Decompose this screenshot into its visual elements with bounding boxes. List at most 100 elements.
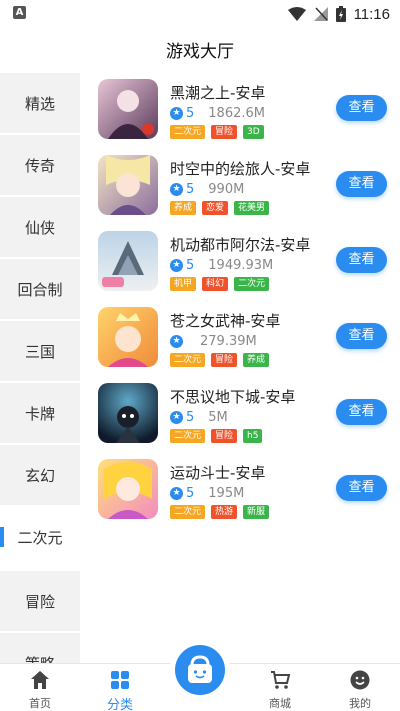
tag: 冒险 [211, 125, 238, 139]
nav-home[interactable]: 首页 [0, 664, 80, 711]
page-title: 游戏大厅 [166, 42, 234, 62]
center-shop-button[interactable] [175, 645, 225, 695]
game-icon [98, 383, 158, 443]
tag: 机甲 [170, 277, 197, 291]
sidebar-item-label: 传奇 [24, 156, 55, 175]
wifi-icon [287, 7, 306, 21]
game-icon [98, 231, 158, 291]
no-signal-icon [313, 7, 328, 21]
sidebar-item-xianxia[interactable]: 仙侠 [0, 197, 80, 257]
sidebar-item-label: 策略 [25, 653, 55, 664]
game-icon [98, 79, 158, 139]
sidebar-item-label: 玄幻 [24, 466, 55, 485]
file-size: 5M [208, 410, 228, 425]
game-icon [98, 459, 158, 519]
sidebar-item-strategy[interactable]: 策略 [0, 633, 80, 663]
view-button[interactable]: 查看 [336, 475, 387, 501]
smiley-icon [350, 670, 370, 690]
list-item[interactable]: 苍之女武神-安卓 ★ 279.39M 二次元 冒险 养成 查看 [80, 307, 400, 377]
list-item[interactable]: 不思议地下城-安卓 ★ 5 5M 二次元 冒险 h5 查看 [80, 383, 400, 453]
sidebar-item-featured[interactable]: 精选 [0, 73, 80, 133]
view-button[interactable]: 查看 [336, 171, 387, 197]
file-size: 1862.6M [208, 106, 265, 121]
clock: 11:16 [353, 5, 390, 23]
status-icons: 11:16 [287, 4, 390, 24]
nav-label: 商城 [269, 697, 291, 710]
tag: 二次元 [234, 277, 270, 291]
file-size: 1949.93M [208, 258, 274, 273]
tag: 冒险 [211, 429, 238, 443]
star-icon: ★ [170, 107, 183, 120]
sidebar-item-fantasy[interactable]: 玄幻 [0, 445, 80, 505]
cart-icon [271, 671, 290, 689]
sidebar-item-label: 三国 [24, 342, 55, 361]
nav-label: 首页 [29, 697, 51, 710]
tag: 恋爱 [202, 201, 229, 215]
game-title: 苍之女武神-安卓 [170, 312, 281, 330]
tag: 二次元 [170, 429, 206, 443]
nav-profile[interactable]: 我的 [320, 664, 400, 711]
game-title: 机动都市阿尔法-安卓 [170, 236, 311, 254]
sidebar-item-label: 二次元 [17, 528, 63, 547]
notification-icon: A [13, 6, 26, 19]
tag: 二次元 [170, 125, 206, 139]
tag: h5 [243, 429, 263, 443]
list-item[interactable]: 运动斗士-安卓 ★ 5 195M 二次元 热游 新服 查看 [80, 459, 400, 529]
grid-icon [111, 671, 129, 689]
rating-value: 5 [186, 486, 195, 501]
rating: ★ 279.39M [170, 334, 257, 349]
star-icon: ★ [170, 335, 183, 348]
sidebar-item-label: 仙侠 [24, 218, 55, 237]
game-icon [98, 155, 158, 215]
view-button[interactable]: 查看 [336, 95, 387, 121]
sidebar-item-anime[interactable]: 二次元 [0, 507, 80, 567]
tag: 热游 [211, 505, 238, 519]
sidebar-item-legend[interactable]: 传奇 [0, 135, 80, 195]
tag: 二次元 [170, 505, 206, 519]
star-icon: ★ [170, 487, 183, 500]
tag-list: 二次元 热游 新服 [170, 505, 270, 519]
tag: 新服 [243, 505, 270, 519]
file-size: 195M [208, 486, 245, 501]
tag-list: 二次元 冒险 养成 [170, 353, 270, 367]
star-icon: ★ [170, 259, 183, 272]
game-title: 运动斗士-安卓 [170, 464, 266, 482]
rating-value: 5 [186, 258, 195, 273]
tag: 养成 [170, 201, 197, 215]
sidebar-item-three-kingdoms[interactable]: 三国 [0, 321, 80, 381]
nav-label: 分类 [106, 698, 133, 711]
rating: ★ 5 1949.93M [170, 258, 273, 273]
nav-store[interactable]: 商城 [240, 664, 320, 711]
battery-charging-icon [335, 6, 346, 22]
list-item[interactable]: 时空中的绘旅人-安卓 ★ 5 990M 养成 恋爱 花美男 查看 [80, 155, 400, 225]
rating: ★ 5 990M [170, 182, 244, 197]
home-icon [31, 671, 49, 689]
list-item[interactable]: 机动都市阿尔法-安卓 ★ 5 1949.93M 机甲 科幻 二次元 查看 [80, 231, 400, 301]
nav-category[interactable]: 分类 [80, 664, 160, 711]
tag: 花美男 [234, 201, 270, 215]
sidebar-item-turn-based[interactable]: 回合制 [0, 259, 80, 319]
tag-list: 二次元 冒险 3D [170, 125, 264, 139]
star-icon: ★ [170, 183, 183, 196]
game-title: 时空中的绘旅人-安卓 [170, 160, 311, 178]
sidebar-item-adventure[interactable]: 冒险 [0, 571, 80, 631]
view-button[interactable]: 查看 [336, 247, 387, 273]
sidebar-item-card[interactable]: 卡牌 [0, 383, 80, 443]
rating-value: 5 [186, 182, 195, 197]
view-button[interactable]: 查看 [336, 323, 387, 349]
active-indicator [0, 527, 4, 547]
rating-value: 5 [186, 410, 195, 425]
file-size: 279.39M [200, 334, 257, 349]
nav-label: 我的 [349, 697, 371, 710]
game-icon [98, 307, 158, 367]
game-title: 不思议地下城-安卓 [170, 388, 296, 406]
rating-value: 5 [186, 106, 195, 121]
tag-list: 机甲 科幻 二次元 [170, 277, 270, 291]
view-button[interactable]: 查看 [336, 399, 387, 425]
tag: 冒险 [211, 353, 238, 367]
list-item[interactable]: 黑潮之上-安卓 ★ 5 1862.6M 二次元 冒险 3D 查看 [80, 79, 400, 149]
rating: ★ 5 195M [170, 486, 244, 501]
shopping-bag-icon [188, 655, 212, 683]
category-sidebar: 精选 传奇 仙侠 回合制 三国 卡牌 玄幻 二次元 冒险 策略 [0, 73, 80, 663]
status-bar: A 11:16 [0, 0, 400, 28]
